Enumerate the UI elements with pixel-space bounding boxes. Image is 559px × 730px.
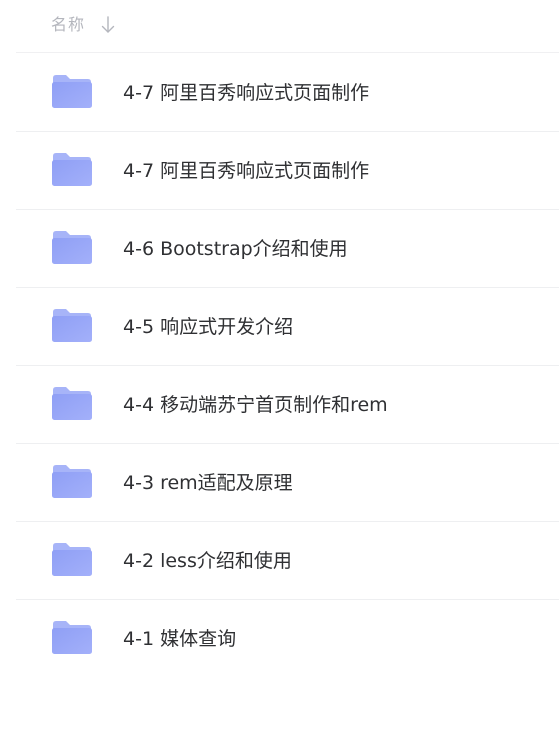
folder-name: 4-7 阿里百秀响应式页面制作	[123, 160, 370, 182]
list-header: 名称	[16, 0, 559, 53]
folder-icon	[51, 385, 93, 421]
folder-row[interactable]: 4-7 阿里百秀响应式页面制作	[16, 54, 559, 132]
folder-row[interactable]: 4-7 阿里百秀响应式页面制作	[16, 132, 559, 210]
folder-row[interactable]: 4-2 less介绍和使用	[16, 522, 559, 600]
folder-icon	[51, 151, 93, 187]
folder-name: 4-7 阿里百秀响应式页面制作	[123, 82, 370, 104]
folder-row[interactable]: 4-3 rem适配及原理	[16, 444, 559, 522]
folder-icon	[51, 463, 93, 499]
folder-icon	[51, 619, 93, 655]
folder-name: 4-3 rem适配及原理	[123, 472, 293, 494]
folder-name: 4-2 less介绍和使用	[123, 550, 292, 572]
name-column-header[interactable]: 名称	[51, 14, 85, 36]
folder-name: 4-6 Bootstrap介绍和使用	[123, 238, 348, 260]
file-list-page: 名称 4-7 阿里百秀响应式页面制作 4-7 阿里百秀响应式页面制作 4-6 B…	[0, 0, 559, 730]
folder-icon	[51, 541, 93, 577]
folder-name: 4-4 移动端苏宁首页制作和rem	[123, 394, 388, 416]
folder-list: 4-7 阿里百秀响应式页面制作 4-7 阿里百秀响应式页面制作 4-6 Boot…	[16, 54, 559, 678]
folder-icon	[51, 307, 93, 343]
folder-row[interactable]: 4-4 移动端苏宁首页制作和rem	[16, 366, 559, 444]
arrow-down-icon[interactable]	[100, 15, 116, 35]
folder-icon	[51, 73, 93, 109]
folder-row[interactable]: 4-6 Bootstrap介绍和使用	[16, 210, 559, 288]
folder-row[interactable]: 4-1 媒体查询	[16, 600, 559, 678]
folder-name: 4-1 媒体查询	[123, 628, 237, 650]
folder-row[interactable]: 4-5 响应式开发介绍	[16, 288, 559, 366]
folder-name: 4-5 响应式开发介绍	[123, 316, 294, 338]
folder-icon	[51, 229, 93, 265]
